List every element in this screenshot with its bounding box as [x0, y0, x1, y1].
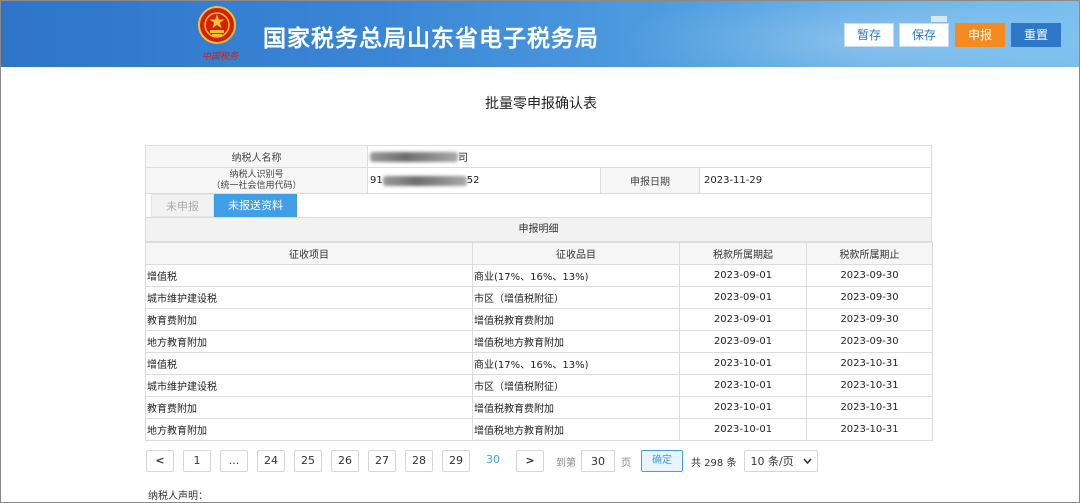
total-count: 共 298 条 [691, 457, 737, 469]
taxpayer-declaration-label: 纳税人声明： [148, 491, 208, 502]
page-button[interactable]: 29 [442, 450, 470, 472]
tax-category-cell: 增值税地方教育附加 [472, 418, 680, 441]
tax-category-cell: 增值税教育费附加 [472, 308, 680, 331]
period-end-cell: 2023-09-30 [806, 264, 933, 287]
table-row: 地方教育附加 增值税地方教育附加 2023-09-01 2023-09-30 [145, 330, 933, 353]
prev-page-button[interactable]: < [146, 450, 174, 472]
period-start-cell: 2023-09-01 [679, 264, 807, 287]
tax-item-cell: 城市维护建设税 [145, 374, 473, 397]
next-page-button[interactable]: > [516, 450, 544, 472]
save-button[interactable]: 保存 [899, 23, 949, 47]
page-button[interactable]: 28 [405, 450, 433, 472]
national-emblem-icon [198, 6, 236, 44]
taxpayer-name-tail: 司 [458, 153, 468, 164]
tax-category-cell: 增值税地方教育附加 [472, 330, 680, 353]
tax-item-cell: 城市维护建设税 [145, 286, 473, 309]
column-header: 税款所属期止 [806, 242, 933, 265]
taxpayer-id-tail: 52 [466, 175, 480, 186]
period-start-cell: 2023-10-01 [679, 396, 807, 419]
period-start-cell: 2023-10-01 [679, 374, 807, 397]
emblem-caption: 中国税务 [201, 52, 238, 62]
period-end-cell: 2023-09-30 [806, 286, 933, 309]
taxpayer-name-row: 纳税人名称 司 [145, 145, 932, 168]
period-start-cell: 2023-10-01 [679, 352, 807, 375]
current-page-indicator: 30 [479, 450, 507, 472]
declare-date-label: 申报日期 [601, 168, 700, 193]
page-unit-label: 页 [621, 457, 631, 469]
period-start-cell: 2023-09-01 [679, 330, 807, 353]
page-ellipsis-button[interactable]: ... [220, 450, 248, 472]
period-start-cell: 2023-09-01 [679, 286, 807, 309]
app-frame: 中国税务 国家税务总局山东省电子税务局 暂存 保存 申报 重置 批量零申报确认表… [0, 0, 1080, 503]
chevron-down-icon [803, 458, 813, 464]
goto-confirm-button[interactable]: 确定 [641, 450, 683, 472]
page-size-value: 10 条/页 [750, 455, 794, 468]
table-row: 城市维护建设税 市区（增值税附征） 2023-10-01 2023-10-31 [145, 374, 933, 397]
goto-label: 到第 [556, 457, 576, 469]
declare-button[interactable]: 申报 [955, 23, 1005, 47]
confirmation-form: 纳税人名称 司 纳税人识别号 （统一社会信用代码） 91 52 申报日期 2023… [145, 145, 933, 441]
page-size-select[interactable]: 10 条/页 [744, 450, 819, 472]
redacted-text [382, 175, 467, 186]
tax-category-cell: 市区（增值税附征） [472, 374, 680, 397]
header-mark [931, 16, 947, 22]
table-row: 教育费附加 增值税教育费附加 2023-09-01 2023-09-30 [145, 308, 933, 331]
taxpayer-id-label: 纳税人识别号 （统一社会信用代码） [146, 168, 368, 193]
period-end-cell: 2023-10-31 [806, 374, 933, 397]
tax-item-cell: 教育费附加 [145, 308, 473, 331]
page-button[interactable]: 1 [183, 450, 211, 472]
tab-not-submitted[interactable]: 未报送资料 [214, 194, 297, 217]
period-end-cell: 2023-10-31 [806, 396, 933, 419]
tab-not-declared[interactable]: 未申报 [151, 194, 214, 217]
page-button[interactable]: 25 [294, 450, 322, 472]
declare-date-value: 2023-11-29 [700, 168, 931, 193]
tax-category-cell: 市区（增值税附征） [472, 286, 680, 309]
tax-item-cell: 增值税 [145, 264, 473, 287]
column-header: 税款所属期起 [679, 242, 807, 265]
header-banner: 中国税务 国家税务总局山东省电子税务局 暂存 保存 申报 重置 [1, 1, 1079, 67]
page-button[interactable]: 27 [368, 450, 396, 472]
tax-item-cell: 教育费附加 [145, 396, 473, 419]
site-title: 国家税务总局山东省电子税务局 [263, 26, 599, 52]
detail-section-title: 申报明细 [145, 218, 932, 242]
period-end-cell: 2023-10-31 [806, 418, 933, 441]
table-row: 增值税 商业(17%、16%、13%) 2023-10-01 2023-10-31 [145, 352, 933, 375]
taxpayer-id-value: 91 52 [368, 168, 601, 193]
table-header-row: 征收项目 征收品目 税款所属期起 税款所属期止 [145, 242, 933, 265]
tax-category-cell: 商业(17%、16%、13%) [472, 352, 680, 375]
taxpayer-id-label-line1: 纳税人识别号 [229, 169, 284, 180]
period-start-cell: 2023-10-01 [679, 418, 807, 441]
tax-category-cell: 增值税教育费附加 [472, 396, 680, 419]
tax-category-cell: 商业(17%、16%、13%) [472, 264, 680, 287]
column-header: 征收品目 [472, 242, 680, 265]
taxpayer-id-row: 纳税人识别号 （统一社会信用代码） 91 52 申报日期 2023-11-29 [145, 168, 932, 194]
status-tabs: 未申报 未报送资料 [145, 194, 932, 218]
period-end-cell: 2023-09-30 [806, 330, 933, 353]
tax-item-cell: 地方教育附加 [145, 418, 473, 441]
period-end-cell: 2023-09-30 [806, 308, 933, 331]
page-title: 批量零申报确认表 [485, 96, 597, 112]
table-row: 增值税 商业(17%、16%、13%) 2023-09-01 2023-09-30 [145, 264, 933, 287]
tax-item-cell: 增值税 [145, 352, 473, 375]
save-temp-button[interactable]: 暂存 [844, 23, 894, 47]
header-wave-decoration [601, 1, 1079, 67]
reset-button[interactable]: 重置 [1011, 23, 1061, 47]
goto-page-input[interactable] [581, 450, 615, 472]
page-button[interactable]: 26 [331, 450, 359, 472]
table-row: 地方教育附加 增值税地方教育附加 2023-10-01 2023-10-31 [145, 418, 933, 441]
redacted-text [370, 151, 458, 162]
table-row: 城市维护建设税 市区（增值税附征） 2023-09-01 2023-09-30 [145, 286, 933, 309]
period-end-cell: 2023-10-31 [806, 352, 933, 375]
period-start-cell: 2023-09-01 [679, 308, 807, 331]
taxpayer-name-value: 司 [368, 146, 931, 167]
pagination: < 1 ... 24 25 26 27 28 29 30 > 到第 页 确定 共… [146, 450, 819, 472]
taxpayer-id-head: 91 [370, 175, 383, 186]
declaration-detail-table: 征收项目 征收品目 税款所属期起 税款所属期止 增值税 商业(17%、16%、13… [145, 242, 933, 441]
table-row: 教育费附加 增值税教育费附加 2023-10-01 2023-10-31 [145, 396, 933, 419]
column-header: 征收项目 [145, 242, 473, 265]
tax-item-cell: 地方教育附加 [145, 330, 473, 353]
page-button[interactable]: 24 [257, 450, 285, 472]
taxpayer-id-label-line2: （统一社会信用代码） [211, 180, 302, 191]
taxpayer-name-label: 纳税人名称 [146, 146, 368, 167]
